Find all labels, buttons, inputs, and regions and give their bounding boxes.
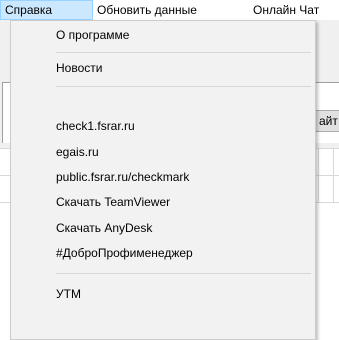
menu-separator bbox=[56, 52, 311, 53]
grid-column-divider bbox=[318, 148, 319, 203]
menu-item-utm[interactable]: УТМ bbox=[11, 283, 315, 305]
menu-separator bbox=[56, 273, 311, 274]
menu-item-dobro-profimanager[interactable]: #ДоброПрофименеджер bbox=[11, 242, 315, 264]
menu-help[interactable]: Справка bbox=[0, 0, 93, 20]
menu-item-check1[interactable]: check1.fsrar.ru bbox=[11, 115, 315, 137]
site-button[interactable]: айт bbox=[315, 110, 339, 132]
menu-bar: Справка Обновить данные Онлайн Чат bbox=[0, 0, 339, 20]
menu-item-download-anydesk[interactable]: Скачать AnyDesk bbox=[11, 217, 315, 239]
menu-item-download-teamviewer[interactable]: Скачать TeamViewer bbox=[11, 191, 315, 213]
grid-column-divider bbox=[333, 148, 334, 203]
menu-refresh-data[interactable]: Обновить данные bbox=[97, 0, 247, 20]
help-dropdown-menu: О программе Новости check1.fsrar.ru egai… bbox=[10, 20, 316, 340]
menu-item-about[interactable]: О программе bbox=[11, 24, 315, 46]
menu-online-chat[interactable]: Онлайн Чат bbox=[253, 0, 339, 20]
menu-separator bbox=[56, 86, 311, 87]
menu-item-egais[interactable]: egais.ru bbox=[11, 141, 315, 163]
menu-item-checkmark[interactable]: public.fsrar.ru/checkmark bbox=[11, 166, 315, 188]
menu-item-news[interactable]: Новости bbox=[11, 57, 315, 79]
